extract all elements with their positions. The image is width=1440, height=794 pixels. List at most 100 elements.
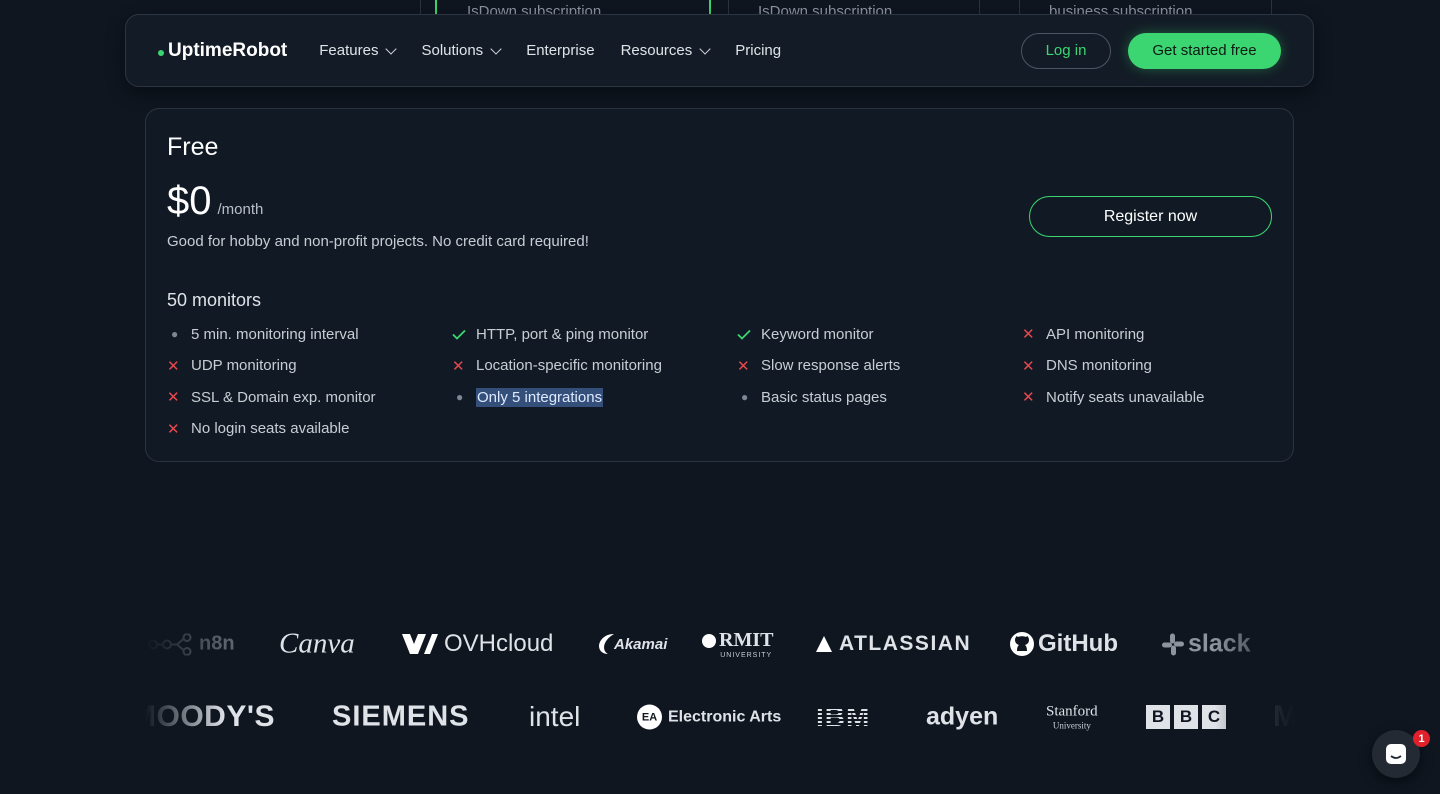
nav-item-resources[interactable]: Resources bbox=[620, 42, 711, 59]
feature-text-highlighted: Only 5 integrations bbox=[476, 387, 604, 407]
plan-name: Free bbox=[167, 133, 219, 161]
cross-icon: ✕ bbox=[452, 357, 465, 375]
logo-atlassian: ATLASSIAN bbox=[815, 632, 971, 656]
chevron-down-icon bbox=[699, 42, 711, 55]
cross-icon: ✕ bbox=[167, 420, 180, 438]
feature-list: ● 5 min. monitoring interval HTTP, port &… bbox=[167, 325, 1287, 438]
feature-text: Notify seats unavailable bbox=[1046, 388, 1205, 406]
nav-menu: Features Solutions Enterprise Resources … bbox=[319, 42, 807, 59]
bbc-block: B bbox=[1146, 705, 1170, 729]
price-row: $0 /month bbox=[167, 179, 263, 224]
rmit-icon bbox=[702, 633, 716, 648]
top-navbar: UptimeRobot Features Solutions Enterpris… bbox=[125, 14, 1314, 87]
check-icon bbox=[452, 329, 476, 340]
feature-text: API monitoring bbox=[1046, 325, 1145, 343]
logo-text: adyen bbox=[926, 702, 999, 731]
feature-text: Basic status pages bbox=[761, 388, 887, 406]
logo-subtext: University bbox=[1052, 720, 1091, 731]
brand-logo[interactable]: UptimeRobot bbox=[158, 40, 287, 62]
free-plan-card: Free $0 /month Good for hobby and non-pr… bbox=[145, 108, 1294, 462]
plan-period: /month bbox=[217, 201, 264, 218]
chevron-down-icon bbox=[385, 42, 398, 55]
cross-icon: ✕ bbox=[1022, 357, 1035, 375]
logo-intel: intel bbox=[529, 701, 580, 733]
feature-item: ✕ Location-specific monitoring bbox=[452, 357, 737, 375]
logo-fade-left bbox=[145, 610, 225, 750]
logo-rmit: RMIT UNIVERSITY bbox=[701, 629, 773, 659]
feature-item: ✕ DNS monitoring bbox=[1022, 357, 1287, 375]
logo-text: RMIT bbox=[719, 629, 774, 651]
feature-text: No login seats available bbox=[191, 420, 350, 437]
peek-accent-line bbox=[709, 0, 711, 14]
monitors-count: 50 monitors bbox=[167, 290, 262, 310]
ea-icon: EA bbox=[637, 704, 662, 730]
feature-text: SSL & Domain exp. monitor bbox=[191, 388, 376, 406]
nav-actions: Log in Get started free bbox=[1021, 32, 1281, 69]
logo-adyen: adyen bbox=[926, 703, 998, 732]
logo-text: Canva bbox=[279, 627, 355, 660]
customer-logos-row-1: n8n Canva OVHcloud Akamai RMIT UNIVERSIT… bbox=[145, 622, 1295, 666]
feature-text: 5 min. monitoring interval bbox=[191, 325, 359, 343]
logo-stanford: Stanford University bbox=[1046, 704, 1098, 731]
brand-name: UptimeRobot bbox=[168, 39, 288, 61]
bullet-icon: ● bbox=[171, 327, 179, 341]
feature-text: Location-specific monitoring bbox=[476, 357, 662, 374]
page: IsDown subscription IsDown subscription … bbox=[0, 0, 1440, 794]
nav-item-enterprise[interactable]: Enterprise bbox=[526, 42, 594, 59]
feature-item: ✕ SSL & Domain exp. monitor bbox=[167, 388, 452, 407]
bullet-icon: ● bbox=[741, 390, 749, 404]
feature-text: UDP monitoring bbox=[191, 357, 297, 374]
feature-item: ● Basic status pages bbox=[737, 388, 1022, 406]
plan-price: $0 bbox=[167, 179, 212, 223]
nav-item-solutions[interactable]: Solutions bbox=[421, 42, 502, 59]
feature-item: ✕ No login seats available bbox=[167, 420, 452, 438]
logo-akamai: Akamai bbox=[598, 632, 667, 656]
brand-dot-icon bbox=[158, 49, 164, 56]
logo-bbc: B B C bbox=[1146, 705, 1226, 729]
nav-item-label: Enterprise bbox=[526, 42, 595, 59]
logo-text: GitHub bbox=[1038, 630, 1118, 657]
logo-subtext: UNIVERSITY bbox=[720, 652, 773, 659]
bullet-icon: ● bbox=[456, 390, 464, 404]
logo-ovhcloud: OVHcloud bbox=[400, 630, 553, 658]
logo-text: IBM bbox=[816, 701, 871, 732]
logo-github: GitHub bbox=[1009, 630, 1118, 658]
nav-item-pricing[interactable]: Pricing bbox=[735, 42, 781, 59]
nav-item-label: Resources bbox=[620, 42, 693, 59]
feature-item: ✕ UDP monitoring bbox=[167, 357, 452, 375]
feature-item: ● Only 5 integrations bbox=[452, 387, 737, 407]
feature-item: Keyword monitor bbox=[737, 325, 1022, 343]
feature-text: DNS monitoring bbox=[1046, 357, 1152, 374]
github-icon bbox=[1010, 632, 1034, 656]
nav-item-features[interactable]: Features bbox=[319, 42, 398, 59]
logo-text: intel bbox=[529, 701, 581, 732]
logo-electronic-arts: EA Electronic Arts bbox=[637, 704, 782, 730]
feature-item: ● 5 min. monitoring interval bbox=[167, 325, 452, 343]
feature-text: HTTP, port & ping monitor bbox=[476, 325, 649, 343]
cross-icon: ✕ bbox=[167, 357, 180, 375]
chat-icon bbox=[1386, 744, 1406, 764]
nav-item-label: Solutions bbox=[421, 42, 484, 59]
get-started-button[interactable]: Get started free bbox=[1128, 32, 1281, 69]
logo-fade-right bbox=[1215, 610, 1295, 750]
register-now-button[interactable]: Register now bbox=[1029, 196, 1272, 237]
cross-icon: ✕ bbox=[167, 389, 180, 406]
login-button[interactable]: Log in bbox=[1021, 32, 1111, 69]
logo-siemens: SIEMENS bbox=[332, 701, 470, 734]
feature-item: HTTP, port & ping monitor bbox=[452, 325, 737, 343]
logo-text: Electronic Arts bbox=[668, 708, 782, 725]
chat-notification-badge: 1 bbox=[1413, 730, 1430, 747]
logo-text: ATLASSIAN bbox=[839, 632, 972, 655]
nav-item-label: Features bbox=[319, 42, 379, 59]
logo-text: OVHcloud bbox=[444, 630, 554, 657]
check-icon bbox=[737, 329, 761, 340]
cross-icon: ✕ bbox=[1022, 389, 1035, 406]
logo-canva: Canva bbox=[279, 628, 355, 661]
peek-accent-line bbox=[435, 0, 437, 14]
chevron-down-icon bbox=[490, 42, 502, 55]
cross-icon: ✕ bbox=[1022, 326, 1035, 343]
atlassian-icon bbox=[816, 636, 832, 652]
feature-item: ✕ Notify seats unavailable bbox=[1022, 388, 1287, 407]
logo-ibm: IBM bbox=[816, 701, 870, 733]
bbc-block: B bbox=[1174, 705, 1198, 729]
